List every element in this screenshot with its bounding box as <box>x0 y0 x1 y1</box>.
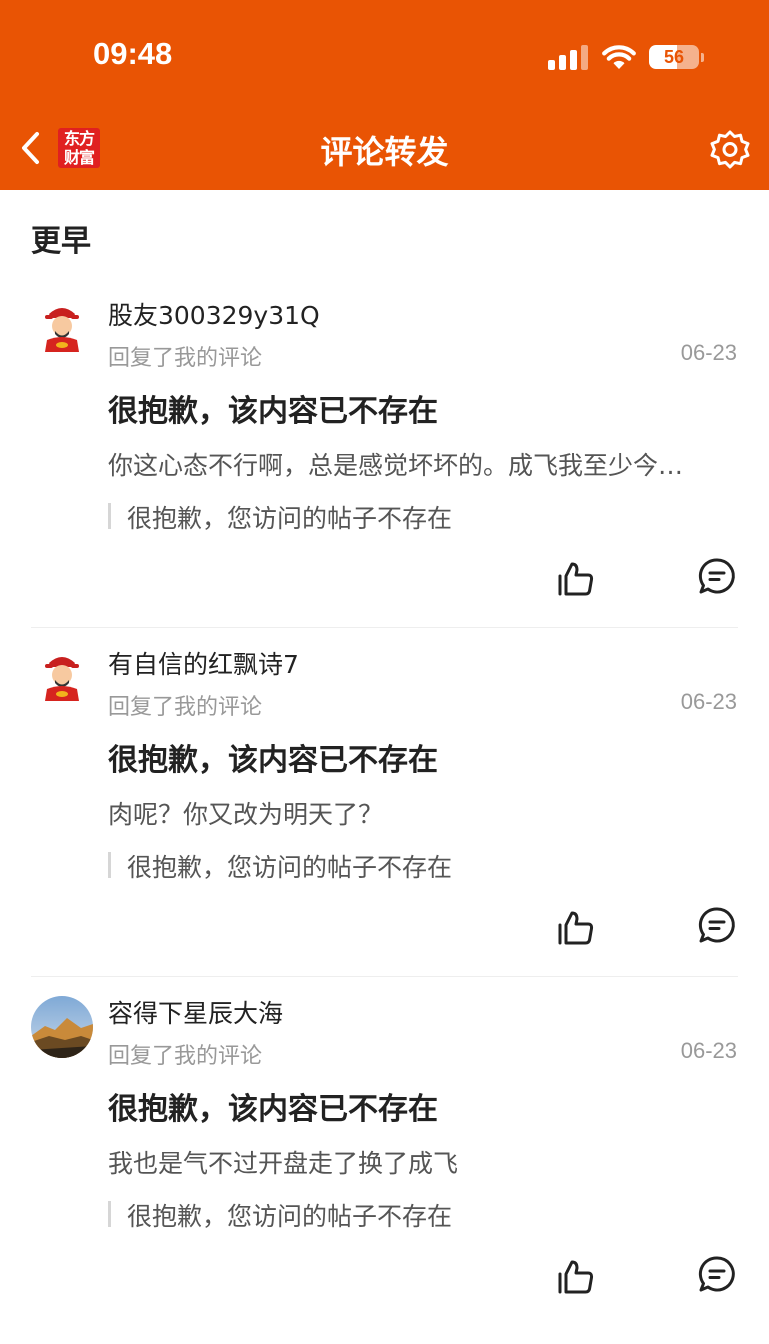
username[interactable]: 股友300329y31Q <box>108 296 320 332</box>
comment-button[interactable] <box>698 557 736 595</box>
status-time: 09:48 <box>93 36 173 71</box>
headline[interactable]: 很抱歉，该内容已不存在 <box>108 1084 438 1128</box>
page-title: 评论转发 <box>320 133 449 171</box>
date: 06-23 <box>680 689 737 714</box>
username[interactable]: 容得下星辰大海 <box>108 994 283 1030</box>
signal-icon <box>548 42 590 72</box>
thumbs-up-icon <box>558 911 594 945</box>
headline[interactable]: 很抱歉，该内容已不存在 <box>108 386 438 430</box>
battery-level-text: 56 <box>663 47 685 67</box>
headline[interactable]: 很抱歉，该内容已不存在 <box>108 735 438 779</box>
like-button[interactable] <box>557 909 595 947</box>
section-title: 更早 <box>31 224 91 259</box>
reply-label: 回复了我的评论 <box>108 346 263 371</box>
caishen-avatar-icon <box>31 298 93 360</box>
comment-button[interactable] <box>698 906 736 944</box>
comment-content[interactable]: 你这心态不行啊，总是感觉坏坏的。成飞我至少今… <box>108 446 738 482</box>
comment-content[interactable]: 我也是气不过开盘走了换了成飞 <box>108 1144 738 1180</box>
quoted-post[interactable]: 很抱歉，您访问的帖子不存在 <box>127 848 452 884</box>
avatar[interactable] <box>31 647 93 709</box>
gear-icon <box>710 130 750 169</box>
comment-icon <box>698 907 735 943</box>
quote-bar <box>108 852 111 878</box>
date: 06-23 <box>680 340 737 365</box>
reply-label: 回复了我的评论 <box>108 1044 263 1069</box>
date: 06-23 <box>680 1038 737 1063</box>
list-item[interactable]: 容得下星辰大海 回复了我的评论 06-23 很抱歉，该内容已不存在 我也是气不过… <box>0 996 769 1344</box>
quoted-post[interactable]: 很抱歉，您访问的帖子不存在 <box>127 1197 452 1233</box>
like-button[interactable] <box>557 560 595 598</box>
reply-label: 回复了我的评论 <box>108 695 263 720</box>
comment-icon <box>698 558 735 594</box>
wifi-icon <box>602 45 636 69</box>
quote-bar <box>108 503 111 529</box>
like-button[interactable] <box>557 1258 595 1296</box>
avatar[interactable] <box>31 996 93 1058</box>
quoted-post[interactable]: 很抱歉，您访问的帖子不存在 <box>127 499 452 535</box>
caishen-avatar-icon <box>31 647 93 709</box>
landscape-avatar-icon <box>31 996 93 1058</box>
comment-content[interactable]: 肉呢？你又改为明天了？ <box>108 795 738 831</box>
quote-bar <box>108 1201 111 1227</box>
comment-icon <box>698 1256 735 1292</box>
list-item[interactable]: 有自信的红飘诗7 回复了我的评论 06-23 很抱歉，该内容已不存在 肉呢？你又… <box>0 647 769 995</box>
battery-cap <box>701 53 704 62</box>
username[interactable]: 有自信的红飘诗7 <box>108 645 299 681</box>
divider <box>31 627 738 628</box>
thumbs-up-icon <box>558 562 594 596</box>
settings-button[interactable] <box>708 128 752 172</box>
list-item[interactable]: 股友300329y31Q 回复了我的评论 06-23 很抱歉，该内容已不存在 你… <box>0 298 769 646</box>
battery-icon: 56 <box>649 45 699 69</box>
thumbs-up-icon <box>558 1260 594 1294</box>
app-header: 09:48 56 东方 财富 评论转发 <box>0 0 769 190</box>
divider <box>31 976 738 977</box>
comment-button[interactable] <box>698 1255 736 1293</box>
avatar[interactable] <box>31 298 93 360</box>
